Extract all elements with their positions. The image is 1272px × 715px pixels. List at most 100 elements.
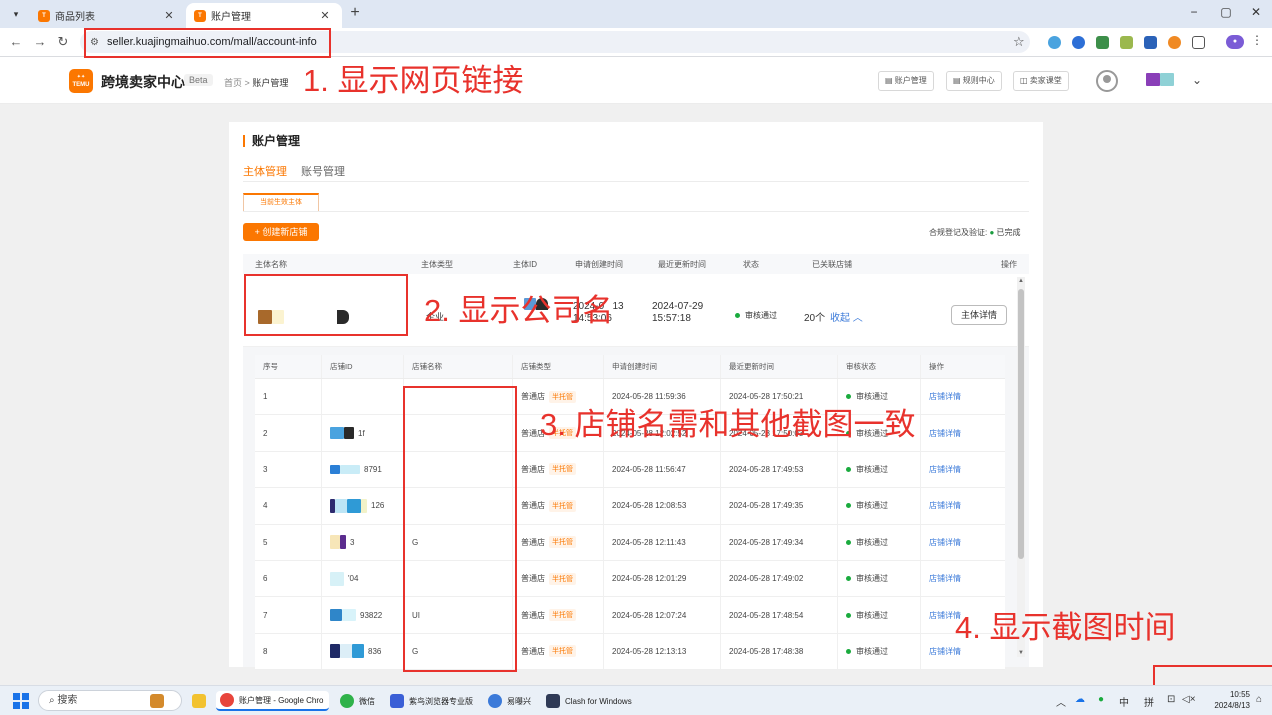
shop-no: 6 xyxy=(255,560,322,597)
profile-avatar[interactable]: ● xyxy=(1226,35,1244,49)
shop-no: 4 xyxy=(255,488,322,524)
taskbar-app-ziniao[interactable]: 紫鸟浏览器专业版 xyxy=(390,691,473,711)
collapse-toggle[interactable]: 收起 ︿ xyxy=(830,309,863,324)
shop-detail-link[interactable]: 店铺详情 xyxy=(921,525,1005,560)
taskbar-app-chrome[interactable]: 账户管理 - Google Chro xyxy=(216,691,330,711)
table-scrollbar[interactable]: ▲ ▼ xyxy=(1017,277,1025,657)
browser-tab-account[interactable]: T 账户管理 ✕ xyxy=(186,3,342,28)
table-row: 4 126 普通店 半托管 2024-05-28 12:08:53 2024-05-28 … xyxy=(255,488,1005,525)
minimize-button[interactable]: − xyxy=(1184,5,1204,19)
status-text: 审核通过 xyxy=(856,537,888,547)
extension-icon[interactable] xyxy=(1096,36,1109,49)
site-header: ✦✦ TEMU 跨境卖家中心 Beta 首页 > 账户管理 ▤ 账户管理 ▤ 规则… xyxy=(0,57,1272,104)
chevron-down-icon[interactable]: ⌄ xyxy=(1192,73,1202,87)
taskbar-clock[interactable]: 10:55 2024/8/13 xyxy=(1200,689,1250,711)
shop-id xyxy=(322,379,404,415)
entity-detail-button[interactable]: 主体详情 xyxy=(951,305,1007,325)
scrollbar-thumb[interactable] xyxy=(1018,289,1024,559)
tab-account-manage[interactable]: 账号管理 xyxy=(301,163,345,179)
shop-no: 5 xyxy=(255,524,322,560)
shop-detail-link[interactable]: 店铺详情 xyxy=(921,452,1005,487)
rules-center-button[interactable]: ▤ 规则中心 xyxy=(946,71,1002,91)
app-label: 微信 xyxy=(359,696,375,706)
shop-status: 审核通过 xyxy=(838,597,921,633)
taskbar-app-briefcase[interactable] xyxy=(150,691,169,711)
ime-mode-indicator[interactable]: 拼 xyxy=(1144,694,1154,709)
shop-updated: 2024-05-28 17:49:02 xyxy=(721,560,838,597)
seller-class-button[interactable]: ◫ 卖家课堂 xyxy=(1013,71,1069,91)
user-avatar-icon[interactable] xyxy=(1096,70,1118,92)
extension-icon[interactable] xyxy=(1072,36,1085,49)
network-app-icon[interactable]: ● xyxy=(1098,694,1104,705)
reload-icon[interactable]: ↻ xyxy=(55,34,71,50)
notification-icon[interactable]: ⌂ xyxy=(1256,694,1262,705)
extension-icon[interactable] xyxy=(1144,36,1157,49)
site-name[interactable]: 跨境卖家中心 xyxy=(101,72,185,92)
folder-icon xyxy=(192,694,206,708)
search-icon: ⌕ xyxy=(49,695,55,706)
shop-detail-link[interactable]: 店铺详情 xyxy=(921,561,1005,596)
shop-id-text: 126 xyxy=(371,501,385,511)
wifi-icon[interactable]: ⊡ xyxy=(1167,694,1175,705)
close-window-button[interactable]: ✕ xyxy=(1246,5,1266,19)
bookmark-star-icon[interactable]: ☆ xyxy=(1013,34,1025,50)
onedrive-icon[interactable]: ☁ xyxy=(1075,694,1085,705)
create-shop-button[interactable]: + 创建新店铺 xyxy=(243,223,319,241)
extension-icon[interactable] xyxy=(1048,36,1061,49)
table-row: 8 836 G 普通店 半托管 2024-05-28 12:13:13 2024-05-28… xyxy=(255,633,1005,671)
entity-updated-date: 2024-07-29 xyxy=(652,301,704,312)
column-header: 已关联店铺 xyxy=(812,260,852,269)
status-text: 审核通过 xyxy=(856,574,888,584)
shop-id: 93822 xyxy=(322,597,404,633)
button-label: 规则中心 xyxy=(962,76,995,85)
breadcrumb-home[interactable]: 首页 xyxy=(224,78,242,88)
taskbar-app-yipuxing[interactable]: 易曝兴 xyxy=(488,691,531,711)
check-circle-icon: ● xyxy=(989,228,995,237)
shop-status: 审核通过 xyxy=(838,560,921,597)
maximize-button[interactable]: ▢ xyxy=(1216,5,1236,19)
extensions-puzzle-icon[interactable] xyxy=(1192,36,1205,49)
app-label: 账户管理 - Google Chro xyxy=(239,695,324,705)
shop-type: 普通店 半托管 xyxy=(513,597,604,633)
breadcrumb-separator: > xyxy=(244,78,250,88)
app-label: 易曝兴 xyxy=(507,696,531,706)
scroll-down-icon[interactable]: ▼ xyxy=(1017,650,1025,656)
tab-current-entity[interactable]: 当前生效主体 xyxy=(243,193,319,211)
shop-detail-link[interactable]: 店铺详情 xyxy=(921,488,1005,523)
shop-updated: 2024-05-28 17:49:34 xyxy=(721,524,838,560)
speaker-muted-icon[interactable]: ◁× xyxy=(1182,694,1196,705)
new-tab-icon[interactable]: + xyxy=(345,4,365,22)
status-dot-icon xyxy=(846,648,851,654)
temu-logo[interactable]: ✦✦ TEMU xyxy=(69,69,93,93)
tab-entity-manage[interactable]: 主体管理 xyxy=(243,163,287,179)
logo-text: TEMU xyxy=(72,82,90,88)
shop-detail-link[interactable]: 店铺详情 xyxy=(921,379,1005,414)
browser-tab-product-list[interactable]: T 商品列表 ✕ xyxy=(30,3,186,28)
shop-updated: 2024-05-28 17:49:53 xyxy=(721,451,838,488)
status-text: 审核通过 xyxy=(856,501,888,511)
shop-id: 8791 xyxy=(322,451,404,488)
taskbar-app-clash[interactable]: Clash for Windows xyxy=(546,691,632,711)
redacted-shop-id xyxy=(352,644,364,659)
shop-created: 2024-05-28 11:56:47 xyxy=(604,451,721,488)
browser-menu-icon[interactable]: ⋮ xyxy=(1251,33,1263,47)
ime-language-indicator[interactable]: 中 xyxy=(1119,694,1129,709)
windows-start-icon[interactable] xyxy=(13,693,29,709)
taskbar-app-explorer[interactable] xyxy=(192,691,211,711)
back-icon[interactable]: ← xyxy=(8,34,24,49)
forward-icon[interactable]: → xyxy=(32,34,48,49)
close-icon[interactable]: ✕ xyxy=(318,9,332,22)
compliance-status: 合规登记及验证: ● 已完成 xyxy=(929,227,1021,238)
column-header: 店铺名称 xyxy=(404,355,513,378)
extension-icon[interactable] xyxy=(1120,36,1133,49)
account-manage-button[interactable]: ▤ 账户管理 xyxy=(878,71,934,91)
shop-detail-link[interactable]: 店铺详情 xyxy=(921,415,1005,450)
taskbar-app-wechat[interactable]: 微信 xyxy=(340,691,375,711)
shop-list-panel: 序号 店铺ID 店铺名称 店铺类型 申请创建时间 最近更新时间 审核状态 操作 … xyxy=(243,347,1029,671)
tray-expand-icon[interactable]: ︿ xyxy=(1056,694,1066,709)
tab-search-icon[interactable]: ▾ xyxy=(8,6,24,22)
close-icon[interactable]: ✕ xyxy=(162,9,176,22)
scroll-up-icon[interactable]: ▲ xyxy=(1017,278,1025,284)
extension-icon[interactable] xyxy=(1168,36,1181,49)
button-label: 卖家课堂 xyxy=(1029,76,1062,85)
